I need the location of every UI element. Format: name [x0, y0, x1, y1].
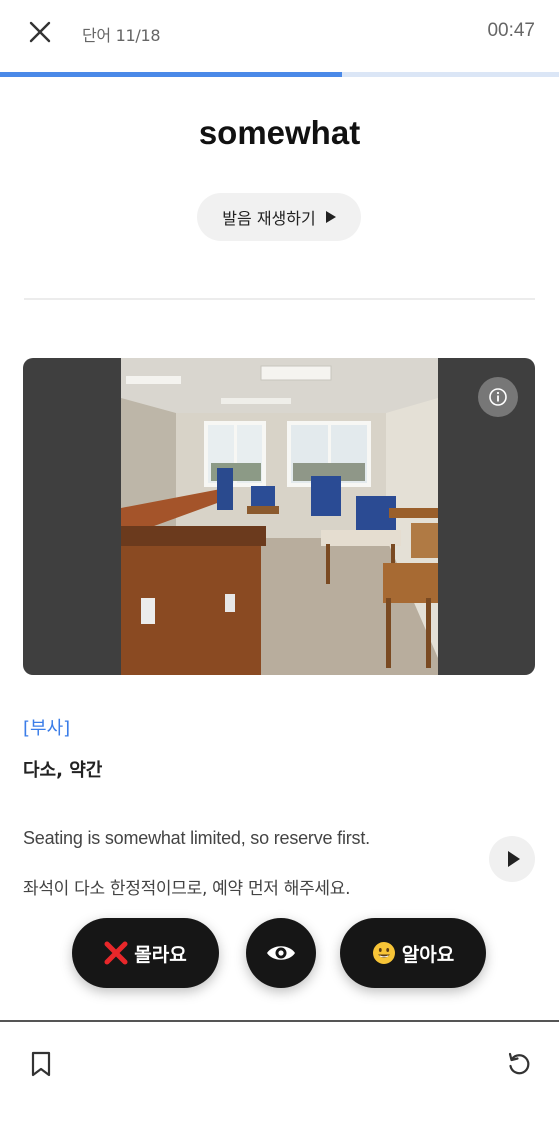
header: 단어 11/18 00:47: [0, 0, 559, 72]
part-of-speech: [부사]: [23, 718, 71, 739]
progress-fill: [0, 72, 342, 77]
word-image-card: [23, 358, 535, 675]
bookmark-icon: [31, 1051, 51, 1077]
footer-divider: [0, 1020, 559, 1022]
divider: [24, 298, 535, 300]
word-image: [121, 358, 438, 675]
close-button[interactable]: [22, 14, 58, 50]
vocabulary-word: somewhat: [198, 114, 361, 151]
play-pronunciation-label: 발음 재생하기: [222, 209, 316, 228]
bookmark-button[interactable]: [28, 1050, 54, 1078]
play-example-button[interactable]: [489, 836, 535, 882]
close-icon[interactable]: [22, 14, 58, 50]
cross-mark-icon: [104, 941, 128, 965]
eye-icon: [267, 946, 295, 960]
timer: 00:47: [487, 20, 535, 41]
example-sentence-korean: 좌석이 다소 한정적이므로, 예약 먼저 해주세요.: [23, 879, 351, 899]
reveal-button[interactable]: [246, 918, 316, 988]
dont-know-button[interactable]: 몰라요: [72, 918, 219, 988]
smiley-icon: [372, 942, 395, 964]
word-meaning: 다소, 약간: [23, 760, 103, 781]
know-label: 알아요: [401, 943, 455, 966]
example-sentence-english: Seating is somewhat limited, so reserve …: [23, 828, 370, 848]
info-icon: [489, 388, 507, 406]
image-info-button[interactable]: [478, 377, 518, 417]
word-quiz-screen: 단어 11/18 00:47 somewhat 발음 재생하기 [부사] 다소,…: [0, 0, 559, 1125]
word-counter: 단어 11/18: [82, 26, 161, 45]
reset-button[interactable]: [505, 1050, 533, 1078]
play-pronunciation-button[interactable]: 발음 재생하기: [197, 193, 361, 241]
refresh-icon: [508, 1052, 530, 1075]
dont-know-label: 몰라요: [134, 943, 187, 966]
know-button[interactable]: 알아요: [340, 918, 486, 988]
play-icon: [507, 851, 520, 867]
play-icon: [325, 211, 336, 223]
progress-bar: [0, 72, 559, 77]
